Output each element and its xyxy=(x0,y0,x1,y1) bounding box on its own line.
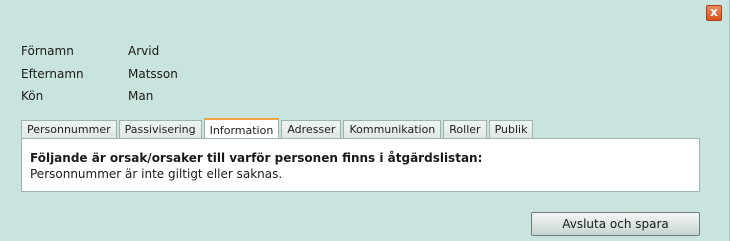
tab-information[interactable]: Information xyxy=(203,118,280,139)
panel-text: Personnummer är inte giltigt eller sakna… xyxy=(30,167,283,181)
information-panel: Följande är orsak/orsaker till varför pe… xyxy=(21,138,700,192)
tab-bar: Personnummer Passivisering Information A… xyxy=(21,118,535,139)
tab-kommunikation[interactable]: Kommunikation xyxy=(343,120,442,138)
gender-label: Kön xyxy=(21,89,44,103)
tab-publik[interactable]: Publik xyxy=(488,120,534,138)
tab-adresser[interactable]: Adresser xyxy=(281,120,342,138)
save-and-close-button[interactable]: Avsluta och spara xyxy=(531,212,700,236)
lastname-label: Efternamn xyxy=(21,67,84,81)
tab-personnummer[interactable]: Personnummer xyxy=(21,120,117,138)
panel-heading: Följande är orsak/orsaker till varför pe… xyxy=(30,151,483,165)
firstname-label: Förnamn xyxy=(21,44,74,58)
close-icon[interactable]: x xyxy=(706,5,722,21)
tab-roller[interactable]: Roller xyxy=(443,120,487,138)
gender-value: Man xyxy=(128,89,154,103)
tab-passivisering[interactable]: Passivisering xyxy=(118,120,202,138)
lastname-value: Matsson xyxy=(128,67,178,81)
firstname-value: Arvid xyxy=(128,44,160,58)
person-dialog: x Förnamn Arvid Efternamn Matsson Kön Ma… xyxy=(0,0,730,241)
